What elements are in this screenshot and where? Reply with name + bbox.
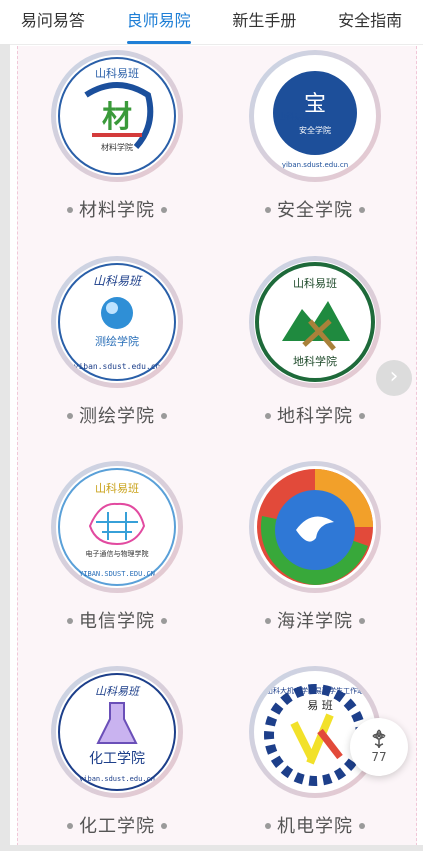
left-scroll-gutter [0,44,10,851]
college-card-ocean[interactable]: 海洋学院 [240,461,390,651]
tab-yiwenyida[interactable]: 易问易答 [21,0,85,44]
college-label: 电信学院 [79,611,155,632]
svg-text:山科易班: 山科易班 [278,111,310,121]
svg-text:材料学院: 材料学院 [101,142,133,152]
college-label: 测绘学院 [79,406,155,427]
college-card-surveying[interactable]: 山科易班 测绘学院 yiban.sdust.edu.cn 测绘学院 [42,256,192,446]
college-card-geoscience[interactable]: 山科易班 地科学院 地科学院 [240,256,390,446]
safety-logo: 宝 安全学院 山科易班 yiban.sdust.edu.cn [254,55,376,177]
surveying-logo: 山科易班 测绘学院 yiban.sdust.edu.cn [56,261,178,383]
svg-text:易 班: 易 班 [307,699,333,712]
svg-text:山科易班: 山科易班 [95,481,139,495]
tab-anquanzhinan[interactable]: 安全指南 [338,0,402,44]
ocean-logo [254,466,376,588]
bottom-rule [0,845,423,851]
college-card-electronics[interactable]: 山科易班 电子通信与物理学院 YIBAN.SDUST.EDU.CN 电信学院 [42,461,192,651]
svg-text:山科易班: 山科易班 [93,274,143,288]
materials-logo: 山科易班 材 材料学院 [56,55,178,177]
svg-text:地科学院: 地科学院 [293,354,337,368]
svg-text:材: 材 [102,100,132,135]
college-label: 机电学院 [277,816,353,837]
tab-liangshiyiyuan[interactable]: 良师易院 [126,0,191,44]
svg-text:安全学院: 安全学院 [299,125,331,135]
fab-count: 77 [371,750,387,764]
college-label: 安全学院 [277,200,353,221]
svg-text:山科大机电学院易班学生工作站: 山科大机电学院易班学生工作站 [266,686,364,695]
svg-text:yiban.sdust.edu.cn: yiban.sdust.edu.cn [282,161,348,169]
college-card-safety[interactable]: 宝 安全学院 山科易班 yiban.sdust.edu.cn 安全学院 [240,50,390,240]
svg-text:YIBAN.SDUST.EDU.CN: YIBAN.SDUST.EDU.CN [79,570,155,578]
tab-xinshengshouce[interactable]: 新生手册 [232,0,296,44]
svg-text:山科易班: 山科易班 [95,685,141,698]
college-label: 海洋学院 [277,611,353,632]
svg-text:电子通信与物理学院: 电子通信与物理学院 [86,549,149,558]
top-tab-bar: 易问易答 良师易院 新生手册 安全指南 [0,0,423,45]
college-card-chemical[interactable]: 山科易班 化工学院 yiban.sdust.edu.cn 化工学院 [42,666,192,856]
svg-text:测绘学院: 测绘学院 [95,334,139,348]
college-label: 材料学院 [79,200,155,221]
svg-text:yiban.sdust.edu.cn: yiban.sdust.edu.cn [79,775,155,783]
electronics-logo: 山科易班 电子通信与物理学院 YIBAN.SDUST.EDU.CN [56,466,178,588]
chemical-logo: 山科易班 化工学院 yiban.sdust.edu.cn [56,671,178,793]
svg-text:山科易班: 山科易班 [293,276,337,290]
flower-icon [372,729,386,749]
flower-feedback-button[interactable]: 77 [350,718,408,776]
college-card-materials[interactable]: 山科易班 材 材料学院 材料学院 [42,50,192,240]
college-label: 地科学院 [277,406,353,427]
svg-text:yiban.sdust.edu.cn: yiban.sdust.edu.cn [74,362,161,371]
svg-text:山科易班: 山科易班 [95,66,139,80]
chevron-right-icon[interactable]: › [376,360,412,396]
geoscience-logo: 山科易班 地科学院 [254,261,376,383]
svg-text:化工学院: 化工学院 [89,751,145,767]
college-label: 化工学院 [79,816,155,837]
